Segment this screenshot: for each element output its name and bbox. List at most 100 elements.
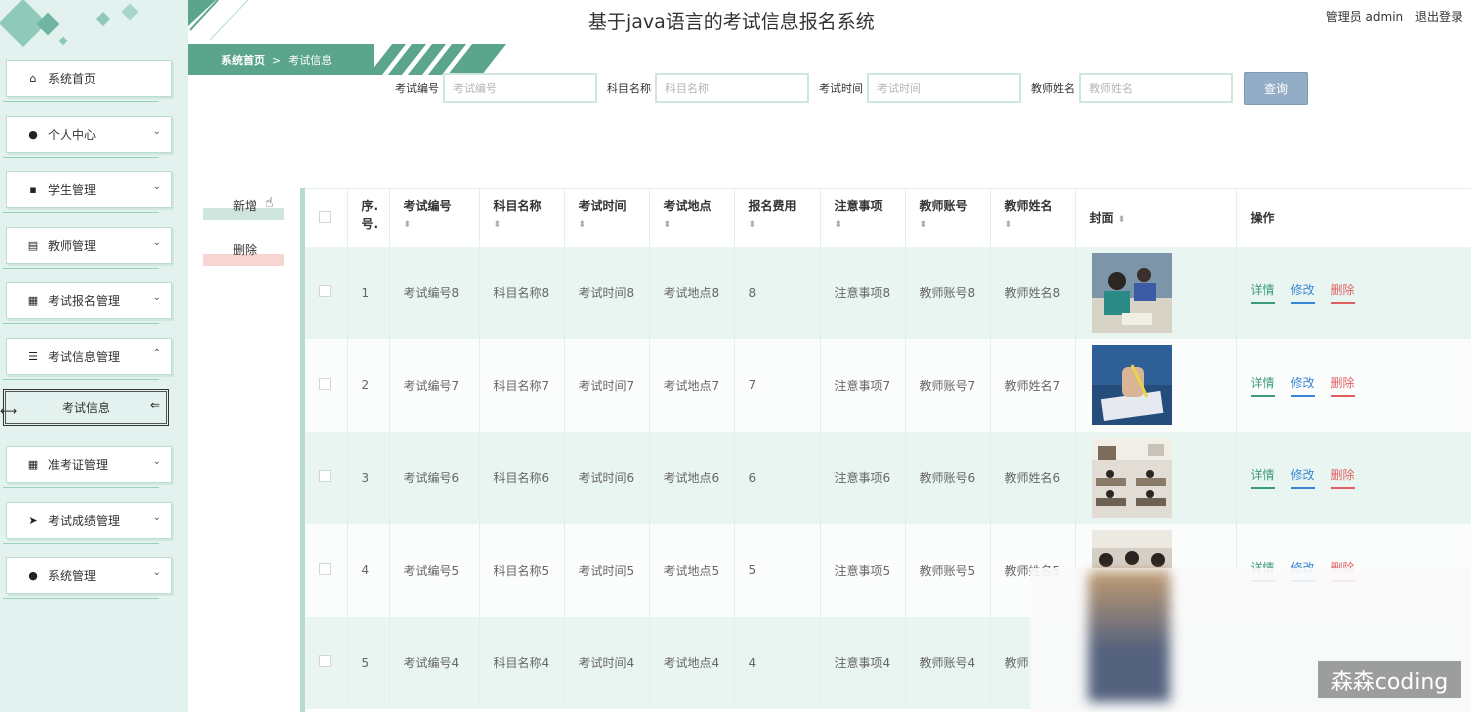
cell-cover <box>1075 431 1237 524</box>
sidebar-item-home[interactable]: ⌂ 系统首页 <box>0 58 188 114</box>
row-delete-button[interactable]: 删除 <box>1330 374 1355 397</box>
add-button[interactable]: 新增 ☝ <box>203 194 284 220</box>
row-checkbox[interactable] <box>305 431 348 524</box>
row-checkbox[interactable] <box>305 616 348 709</box>
sidebar-item-system-management[interactable]: ● 系统管理 ⌄ <box>0 555 188 611</box>
pin-icon: ● <box>28 569 38 582</box>
chevron-down-icon: ⌄ <box>152 456 161 467</box>
column-header-exam-no[interactable]: 考试编号 ⬍ <box>389 188 480 247</box>
sidebar-item-teacher-management[interactable]: ▤ 教师管理 ⌄ <box>0 225 188 281</box>
decor-square <box>121 3 139 21</box>
cell-no: 2 <box>347 339 390 432</box>
column-label: 封面 <box>1089 211 1114 225</box>
chevron-down-icon: ⌄ <box>152 292 161 303</box>
row-checkbox[interactable] <box>305 339 348 432</box>
checkbox-icon <box>319 655 331 668</box>
column-label: 考试编号 <box>403 199 452 213</box>
row-delete-button[interactable]: 删除 <box>1330 466 1355 490</box>
exam-no-input[interactable] <box>443 73 597 103</box>
cell-no: 3 <box>347 431 390 524</box>
breadcrumb-home-link[interactable]: 系统首页 <box>221 54 265 67</box>
detail-button[interactable]: 详情 <box>1250 374 1275 397</box>
cell-place: 考试地点7 <box>649 339 735 432</box>
cell-no: 1 <box>347 246 390 339</box>
chevron-down-icon: ⌄ <box>152 567 161 578</box>
cell-fee: 7 <box>734 339 821 432</box>
detail-button[interactable]: 详情 <box>1250 281 1275 305</box>
cell-teacher-account: 教师账号8 <box>905 246 991 339</box>
checkbox-icon <box>319 562 331 575</box>
checkbox-icon <box>319 285 331 298</box>
sidebar-subitem-exam-info[interactable]: ⟷ 考试信息 ⇐ <box>0 389 188 444</box>
column-header-fee[interactable]: 报名费用 ⬍ <box>734 188 821 247</box>
cell-exam-time: 考试时间6 <box>564 431 650 524</box>
search-field-teacher-name: 教师姓名 <box>1031 73 1233 103</box>
column-header-exam-time[interactable]: 考试时间 ⬍ <box>564 188 650 247</box>
chevron-down-icon: ⌄ <box>152 511 161 523</box>
column-header-cover[interactable]: 封面 ⬍ <box>1075 188 1237 247</box>
subject-input[interactable] <box>655 73 809 103</box>
column-header-notes[interactable]: 注意事项 ⬍ <box>820 188 906 247</box>
cell-fee: 8 <box>734 246 821 339</box>
edit-button[interactable]: 修改 <box>1290 466 1315 490</box>
cell-actions: 详情 修改 删除 <box>1236 339 1471 432</box>
cover-image-students-writing <box>1091 252 1172 333</box>
sidebar-menu: ⌂ 系统首页 ● 个人中心 ⌄ ▪ 学生管理 ⌄ ▤ 教师管理 ⌄ ▦ 考试报名… <box>0 58 188 611</box>
row-checkbox[interactable] <box>305 246 348 339</box>
sidebar: ⌂ 系统首页 ● 个人中心 ⌄ ▪ 学生管理 ⌄ ▤ 教师管理 ⌄ ▦ 考试报名… <box>0 0 188 712</box>
cell-teacher-account: 教师账号5 <box>905 524 991 617</box>
sort-icon: ⬍ <box>834 220 843 230</box>
sidebar-item-label: 教师管理 <box>48 238 97 253</box>
cell-teacher-name: 教师姓名7 <box>990 339 1076 432</box>
delete-button[interactable]: 删除 <box>203 240 284 266</box>
delete-button-label: 删除 <box>233 243 258 257</box>
column-label: 考试地点 <box>663 199 712 213</box>
select-all-checkbox[interactable] <box>305 188 348 247</box>
cell-teacher-name: 教师姓名8 <box>990 246 1076 339</box>
search-field-subject: 科目名称 <box>607 73 809 103</box>
sort-icon: ⬍ <box>748 220 757 230</box>
cell-subject: 科目名称8 <box>479 246 565 339</box>
cell-fee: 6 <box>734 431 821 524</box>
sidebar-item-label: 考试报名管理 <box>48 294 121 308</box>
column-label: 注意事项 <box>834 199 883 213</box>
add-button-label: 新增 <box>233 199 258 213</box>
row-delete-button[interactable]: 删除 <box>1330 281 1355 305</box>
breadcrumb: 系统首页 > 考试信息 <box>188 44 528 75</box>
sidebar-item-label: 考试信息管理 <box>48 349 121 364</box>
sidebar-item-score-management[interactable]: ➤ 考试成绩管理 ⌄ <box>0 500 188 556</box>
sidebar-item-personal-center[interactable]: ● 个人中心 ⌄ <box>0 114 188 170</box>
sidebar-item-admission-ticket-management[interactable]: ▦ 准考证管理 ⌄ <box>0 444 188 500</box>
blurred-cover-image <box>1088 572 1170 702</box>
cell-exam-time: 考试时间8 <box>564 246 650 339</box>
teacher-name-input[interactable] <box>1079 73 1233 103</box>
column-header-subject[interactable]: 科目名称 ⬍ <box>479 188 565 247</box>
column-header-teacher-name[interactable]: 教师姓名 ⬍ <box>990 188 1076 247</box>
column-header-teacher-account[interactable]: 教师账号 ⬍ <box>905 188 991 247</box>
search-label: 考试时间 <box>819 82 863 95</box>
cell-notes: 注意事项6 <box>820 431 906 524</box>
column-header-no: 序.号. <box>347 188 390 247</box>
list-icon: ☰ <box>28 349 38 363</box>
logout-link[interactable]: 退出登录 <box>1415 10 1463 24</box>
sort-icon: ⬍ <box>1004 220 1013 230</box>
query-button[interactable]: 查询 <box>1244 72 1308 105</box>
sort-icon: ⬍ <box>1117 215 1126 225</box>
row-checkbox[interactable] <box>305 524 348 617</box>
column-header-actions: 操作 <box>1236 188 1471 247</box>
search-label: 考试编号 <box>395 82 439 95</box>
edit-button[interactable]: 修改 <box>1290 374 1315 397</box>
sidebar-item-registration-management[interactable]: ▦ 考试报名管理 ⌄ <box>0 280 188 336</box>
breadcrumb-text: 系统首页 > 考试信息 <box>221 52 332 68</box>
user-area: 管理员 admin 退出登录 <box>1318 8 1463 25</box>
sort-icon: ⬍ <box>403 220 412 230</box>
exam-time-input[interactable] <box>867 73 1021 103</box>
column-header-place[interactable]: 考试地点 ⬍ <box>649 188 735 247</box>
edit-button[interactable]: 修改 <box>1290 281 1315 305</box>
cell-fee: 4 <box>734 616 821 709</box>
detail-button[interactable]: 详情 <box>1250 466 1275 490</box>
sidebar-item-label: 学生管理 <box>48 183 97 197</box>
sidebar-item-exam-info-management[interactable]: ☰ 考试信息管理 ⌃ <box>0 336 188 392</box>
cell-exam-no: 考试编号7 <box>389 339 480 432</box>
sidebar-item-student-management[interactable]: ▪ 学生管理 ⌄ <box>0 169 188 225</box>
